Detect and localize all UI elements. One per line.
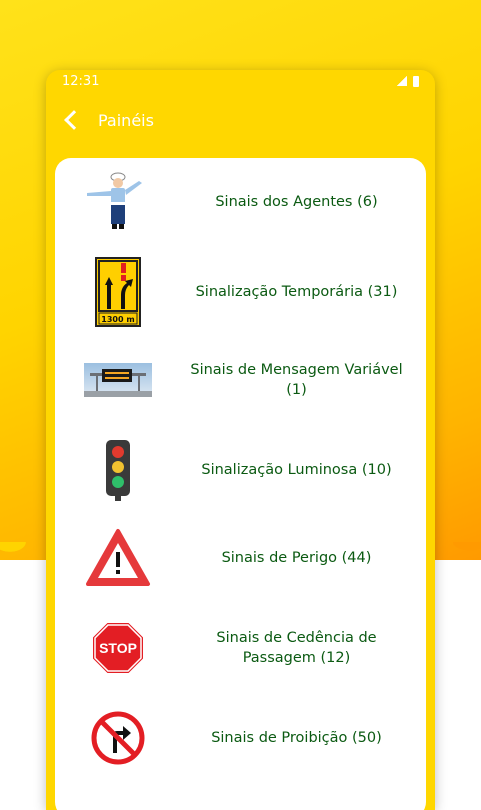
item-label: Sinais de Mensagem Variável (1) (190, 362, 403, 398)
app-bar: Painéis (46, 92, 435, 148)
back-button[interactable] (48, 92, 94, 148)
stop-text: STOP (99, 640, 137, 656)
signal-icon (397, 76, 407, 86)
app-window: 12:31 Painéis Sinais dos Agentes (6) 130… (46, 70, 435, 810)
no-right-turn-icon (91, 711, 145, 765)
danger-triangle-icon (86, 529, 150, 586)
stop-sign-icon: STOP (91, 621, 145, 675)
list-item-perigo[interactable]: Sinais de Perigo (44) (55, 518, 426, 598)
variable-message-panel-icon (84, 363, 152, 397)
item-label: Sinalização Temporária (31) (195, 284, 398, 300)
distance-text: 1300 m (101, 315, 134, 324)
status-time: 12:31 (62, 73, 100, 89)
traffic-officer-icon (87, 172, 142, 229)
item-label: Sinais de Perigo (44) (221, 550, 372, 566)
page-title: Painéis (98, 110, 154, 130)
item-label: Sinais de Cedência de Passagem (12) (216, 630, 377, 666)
chevron-left-icon (64, 110, 84, 130)
temporary-lane-sign-icon: 1300 m (95, 257, 141, 327)
list-item-agentes[interactable]: Sinais dos Agentes (6) (55, 162, 426, 242)
item-label: Sinais dos Agentes (6) (215, 194, 378, 210)
battery-icon (413, 75, 419, 87)
list-item-cedencia-passagem[interactable]: STOP Sinais de Cedência de Passagem (12) (55, 608, 426, 688)
status-icons (397, 75, 419, 87)
category-list: Sinais dos Agentes (6) 1300 m Sinalizaçã… (55, 158, 426, 810)
item-label: Sinalização Luminosa (10) (201, 462, 392, 478)
list-item-mensagem-variavel[interactable]: Sinais de Mensagem Variável (1) (55, 340, 426, 420)
item-label: Sinais de Proibição (50) (211, 730, 382, 746)
traffic-light-icon (106, 440, 130, 501)
list-item-temporaria[interactable]: 1300 m Sinalização Temporária (31) (55, 252, 426, 332)
list-item-proibicao[interactable]: Sinais de Proibição (50) (55, 698, 426, 778)
list-item-luminosa[interactable]: Sinalização Luminosa (10) (55, 430, 426, 510)
status-bar: 12:31 (46, 70, 435, 92)
